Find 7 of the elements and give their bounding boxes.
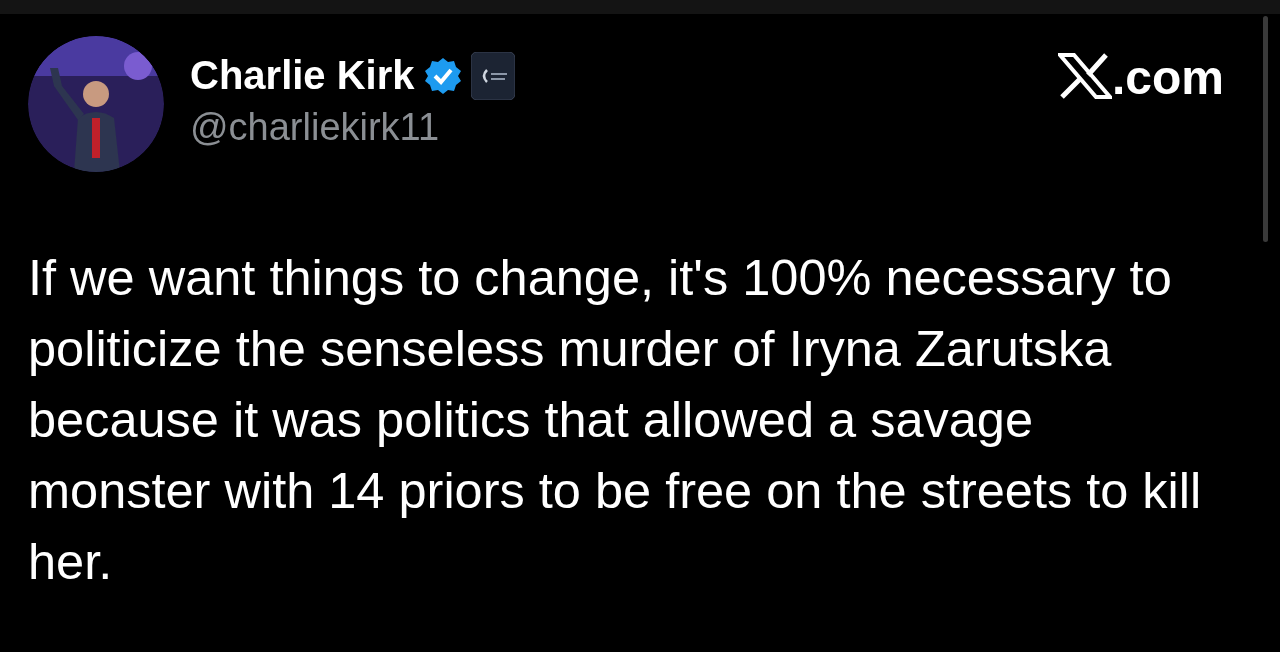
affiliate-badge-icon[interactable]: [470, 51, 515, 100]
author-name[interactable]: Charlie Kirk: [190, 53, 415, 98]
x-logo-icon: [1057, 53, 1112, 99]
scrollbar[interactable]: [1263, 16, 1268, 242]
author-handle[interactable]: @charliekirk11: [190, 105, 515, 149]
post-text: If we want things to change, it's 100% necessary to politicize the senseless murder of Iryna Zarutska because it was politics that allowed a savage monster with 14 priors to be free on the streets to kill her.: [28, 248, 1203, 592]
site-label: .com: [1111, 50, 1224, 105]
